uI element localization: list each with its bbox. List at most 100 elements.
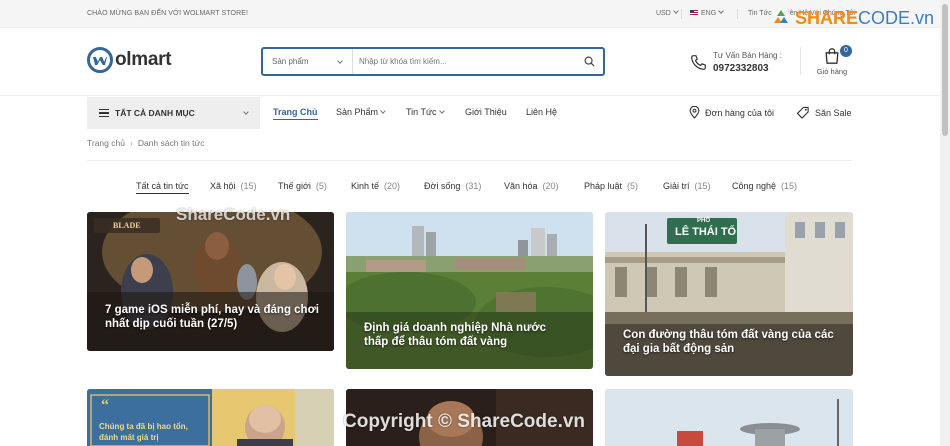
page-scrollbar[interactable] (940, 0, 950, 446)
currency-select[interactable]: USD (656, 8, 679, 17)
street-sign-prefix: PHỐ (697, 218, 711, 224)
game-logo: BLADE (113, 221, 141, 230)
filter-tab-label: Giải trí (663, 181, 690, 191)
cart-button[interactable]: 0 Giỏ hàng (815, 45, 852, 86)
filter-tab-count: (20) (384, 181, 401, 191)
filter-tab-count: (15) (240, 181, 257, 191)
main-nav: TẤT CẢ DANH MỤC Trang Chủ Sản Phẩm Tin T… (0, 97, 940, 129)
post-image (605, 389, 853, 446)
filter-tab-all[interactable]: Tất cả tin tức (136, 181, 189, 194)
sharecode-watermark-logo: SHARE CODE.vn (770, 7, 934, 29)
chevron-down-icon (718, 8, 725, 14)
chevron-down-icon (243, 109, 249, 115)
filter-tab-life[interactable]: Đời sống (31) (424, 181, 481, 191)
chevron-down-icon (337, 58, 343, 64)
filter-tab-label: Xã hội (210, 181, 236, 191)
filter-tab-label: Tất cả tin tức (136, 181, 189, 191)
hotline-number: 0972332803 (713, 63, 769, 74)
copyright-watermark: Copyright © ShareCode.vn (343, 411, 586, 432)
post-title[interactable]: Định giá doanh nghiệp Nhà nước thấp để t… (364, 321, 564, 349)
filter-tab-economy[interactable]: Kinh tế (20) (351, 181, 400, 191)
nav-news[interactable]: Tin Tức (406, 107, 445, 117)
filter-tab-count: (5) (315, 181, 327, 191)
brand-code: CODE.vn (858, 7, 935, 28)
post-card[interactable] (605, 389, 853, 446)
hunt-sale-label: Săn Sale (815, 107, 852, 118)
map-pin-icon (689, 106, 700, 119)
recycle-icon (771, 8, 791, 28)
breadcrumb-home[interactable]: Trang chủ (87, 138, 125, 148)
filter-tab-label: Thế giới (278, 181, 311, 191)
post-card[interactable]: PHỐ LÊ THÁI TỔ Con đường thâu tóm đất và… (605, 212, 853, 376)
divider (737, 9, 738, 19)
logo[interactable]: olmart (87, 47, 172, 73)
quote-text: Chúng ta đã bị hao tổn, đánh mất giá trị (99, 422, 188, 442)
welcome-message: CHÀO MỪNG BẠN ĐẾN VỚI WOLMART STORE! (87, 10, 249, 17)
shopping-bag-icon (825, 48, 839, 64)
breadcrumb: Trang chủ › Danh sách tin tức (87, 138, 204, 148)
street-sign: LÊ THÁI TỔ (675, 226, 737, 238)
chevron-right-icon: › (129, 138, 133, 148)
chevron-down-icon (380, 108, 386, 114)
search-category-select[interactable]: Sản phẩm (263, 49, 353, 74)
currency-label: USD (656, 10, 671, 17)
nav-products-label: Sản Phẩm (336, 107, 379, 117)
scrollbar-thumb[interactable] (942, 4, 948, 136)
post-card[interactable]: “ Chúng ta đã bị hao tổn, đánh mất giá t… (87, 389, 334, 446)
post-card[interactable]: Định giá doanh nghiệp Nhà nước thấp để t… (346, 212, 593, 369)
filter-tab-world[interactable]: Thế giới (5) (278, 181, 327, 191)
nav-contact[interactable]: Liên Hệ (526, 107, 557, 117)
search-bar: Sản phẩm (261, 47, 605, 76)
chevron-down-icon (672, 8, 679, 14)
quote-mark-icon: “ (101, 397, 109, 414)
post-card[interactable]: BLADE 7 game iOS miễn phí, hay và đáng c… (87, 212, 334, 351)
logo-text: olmart (115, 49, 172, 70)
all-categories-button[interactable]: TẤT CẢ DANH MỤC (87, 97, 260, 129)
all-categories-label: TẤT CẢ DANH MỤC (115, 108, 195, 118)
cart-label: Giỏ hàng (816, 67, 848, 76)
my-orders-link[interactable]: Đơn hàng của tôi (689, 106, 774, 119)
filter-tab-society[interactable]: Xã hội (15) (210, 181, 257, 191)
language-label: ENG (701, 10, 717, 17)
post-title[interactable]: Con đường thâu tóm đất vàng của các đại … (623, 328, 838, 356)
nav-home[interactable]: Trang Chủ (273, 107, 318, 120)
breadcrumb-current: Danh sách tin tức (137, 138, 205, 148)
nav-news-label: Tin Tức (406, 107, 437, 117)
search-icon (584, 56, 595, 67)
filter-tab-entertainment[interactable]: Giải trí (15) (663, 181, 711, 191)
filter-tab-label: Pháp luật (584, 181, 623, 191)
flag-icon (690, 10, 698, 15)
brand-share: SHARE (795, 7, 859, 28)
menu-icon (99, 109, 109, 117)
hunt-sale-link[interactable]: Săn Sale (796, 106, 852, 119)
header: olmart Sản phẩm Tư Vấn Bán Hàng : 097233… (0, 28, 940, 96)
chevron-down-icon (438, 108, 445, 114)
logo-w-icon (87, 47, 113, 73)
filter-tab-culture[interactable]: Văn hóa (20) (504, 181, 559, 191)
post-title[interactable]: 7 game iOS miễn phí, hay và đáng chơi nh… (105, 303, 320, 331)
nav-products[interactable]: Sản Phẩm (336, 107, 386, 117)
hotline-label: Tư Vấn Bán Hàng : (713, 51, 782, 60)
filter-tab-count: (20) (542, 181, 559, 191)
nav-about[interactable]: Giới Thiệu (465, 107, 507, 117)
filter-tab-law[interactable]: Pháp luật (5) (584, 181, 638, 191)
filter-tab-label: Đời sống (424, 181, 461, 191)
language-select[interactable]: ENG (690, 8, 725, 17)
cart-count-badge: 0 (840, 45, 852, 57)
filter-tab-count: (5) (627, 181, 639, 191)
filter-tab-count: (31) (465, 181, 482, 191)
my-orders-label: Đơn hàng của tôi (705, 107, 774, 118)
filter-tab-technology[interactable]: Công nghệ (15) (732, 181, 797, 191)
search-input[interactable] (353, 57, 575, 66)
search-button[interactable] (575, 49, 603, 74)
filter-tab-label: Công nghệ (732, 181, 777, 191)
divider (681, 9, 682, 19)
search-category-label: Sản phẩm (272, 57, 309, 66)
sharecode-watermark-text: ShareCode.vn (176, 205, 291, 224)
tag-icon (796, 106, 809, 119)
filter-tab-count: (15) (694, 181, 711, 191)
phone-icon (691, 55, 706, 70)
filter-tab-count: (15) (781, 181, 798, 191)
divider (800, 47, 801, 75)
top-news-link[interactable]: Tin Tức (748, 10, 772, 17)
